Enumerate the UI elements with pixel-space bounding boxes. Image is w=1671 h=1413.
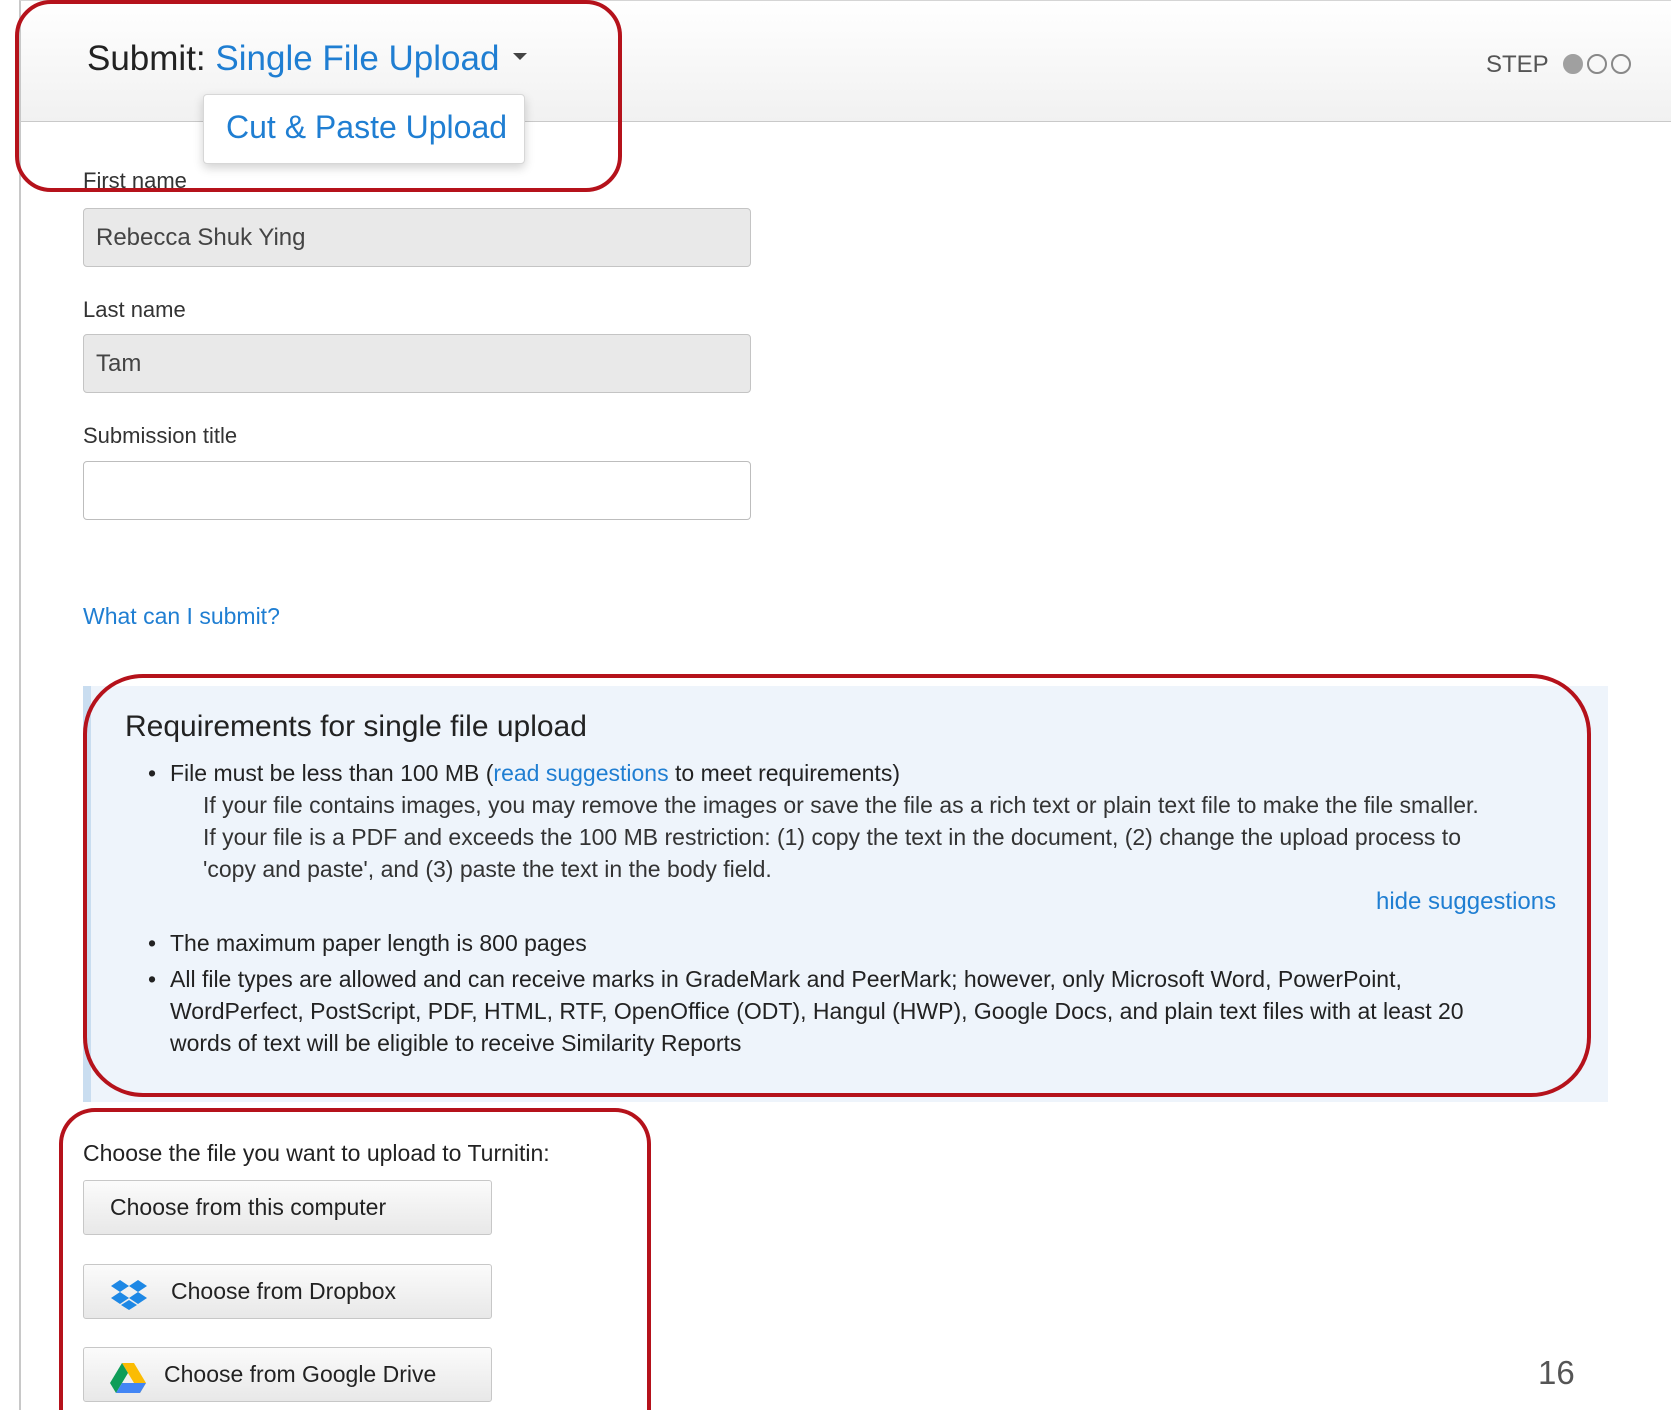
step-label: STEP [1486,51,1549,78]
suggestion-text: If your file contains images, you may re… [203,792,1479,882]
read-suggestions-link[interactable]: read suggestions [493,760,668,786]
upload-mode-label: Single File Upload [215,39,500,78]
choose-from-google-drive-button[interactable]: Choose from Google Drive [83,1347,492,1402]
requirements-panel: Requirements for single file upload • Fil… [83,686,1608,1102]
chevron-down-icon [513,53,528,61]
requirement-item: • The maximum paper length is 800 pages [148,927,1550,959]
step-indicator: STEP [1486,51,1631,79]
bullet: • [148,760,157,786]
first-name-label: First name [83,168,187,193]
page-number: 16 [1538,1354,1575,1391]
submission-title-input[interactable] [83,461,751,520]
hide-suggestions-link[interactable]: hide suggestions [1376,888,1556,916]
submission-title-label: Submission title [83,423,238,448]
step-dot-current [1562,53,1583,74]
item1-post: to meet requirements) [668,760,900,786]
last-name-label: Last name [83,297,186,322]
choose-from-dropbox-label: Choose from Dropbox [171,1278,396,1304]
step-dot [1610,53,1631,74]
what-can-i-submit-link[interactable]: What can I submit? [83,603,280,630]
bullet: • [148,930,157,956]
title-prefix: Submit: [87,39,206,78]
first-name-field[interactable]: Rebecca Shuk Ying [83,208,751,267]
requirements-heading: Requirements for single file upload [125,710,587,743]
choose-from-dropbox-button[interactable]: Choose from Dropbox [83,1264,492,1319]
upload-mode-dropdown[interactable]: Single File Upload [215,39,528,78]
page-title: Submit: Single File Upload [87,39,528,79]
upload-mode-menu: Cut & Paste Upload [203,94,525,164]
choose-from-google-drive-label: Choose from Google Drive [164,1361,437,1387]
item3-text: All file types are allowed and can recei… [170,966,1464,1056]
requirement-item: • File must be less than 100 MB (read sug… [148,757,1550,789]
item2-text: The maximum paper length is 800 pages [170,930,587,956]
dropbox-icon [110,1277,148,1330]
menu-item-cut-paste-upload[interactable]: Cut & Paste Upload [226,109,507,146]
choose-from-computer-label: Choose from this computer [110,1194,387,1220]
bullet: • [148,966,157,992]
item1-pre: File must be less than 100 MB ( [170,760,494,786]
choose-from-computer-button[interactable]: Choose from this computer [83,1180,492,1235]
last-name-field[interactable]: Tam [83,334,751,393]
google-drive-icon [110,1360,146,1413]
step-dot [1586,53,1607,74]
requirement-item: • All file types are allowed and can rece… [148,963,1525,1059]
choose-file-label: Choose the file you want to upload to Tu… [83,1140,550,1166]
